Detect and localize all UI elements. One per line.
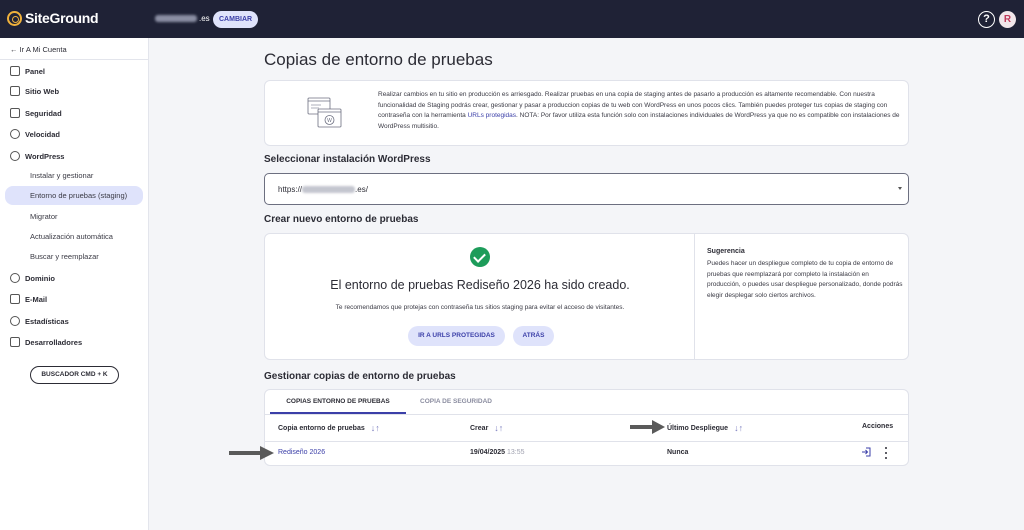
redacted-domain: [155, 15, 197, 23]
success-recommendation: Te recomendamos que protejas con contras…: [335, 304, 625, 311]
lock-icon: [10, 108, 20, 118]
create-staging-title: Crear nuevo entorno de pruebas: [264, 214, 419, 225]
tabs-divider: [265, 414, 908, 415]
browser-icon: [10, 86, 20, 96]
grid-icon: [10, 66, 20, 76]
created-date: 19/04/2025 13:55: [470, 449, 525, 456]
sidebar-item-label: Seguridad: [25, 108, 62, 118]
column-header-actions: Acciones: [862, 423, 893, 430]
change-site-button[interactable]: CAMBIAR: [213, 11, 259, 28]
code-icon: [10, 337, 20, 347]
current-domain: .es: [155, 14, 210, 23]
select-install-title: Seleccionar instalación WordPress: [264, 154, 431, 165]
page-title: Copias de entorno de pruebas: [264, 50, 493, 69]
success-check-icon: [470, 247, 490, 267]
manage-staging-card: COPIAS ENTORNO DE PRUEBAS COPIA DE SEGUR…: [264, 389, 909, 466]
select-value: https:// .es/: [278, 185, 368, 194]
select-suffix: .es/: [355, 185, 368, 194]
sidebar-item-label: Dominio: [25, 273, 55, 283]
column-header-label: Copia entorno de pruebas: [278, 424, 365, 432]
last-deploy-value: Nunca: [667, 449, 689, 456]
sort-icon[interactable]: ↓↑: [734, 423, 743, 433]
sidebar-item-wordpress[interactable]: WordPress: [10, 149, 64, 163]
column-header-label: Crear: [470, 424, 489, 432]
sidebar-item-email[interactable]: E-Mail: [10, 292, 47, 306]
create-staging-card: El entorno de pruebas Rediseño 2026 ha s…: [264, 233, 909, 360]
speed-icon: [10, 129, 20, 139]
sidebar-item-label: Estadísticas: [25, 316, 69, 326]
select-prefix: https://: [278, 185, 303, 194]
go-to-protected-urls-button[interactable]: IR A URLS PROTEGIDAS: [408, 326, 505, 346]
chevron-down-icon: [898, 187, 902, 190]
card-divider: [694, 234, 695, 359]
sidebar-item-label: Sitio Web: [25, 86, 60, 96]
more-options-icon[interactable]: [883, 447, 889, 459]
success-message: El entorno de pruebas Rediseño 2026 ha s…: [330, 278, 630, 292]
back-to-account-link[interactable]: ← Ir A Mi Cuenta: [10, 45, 67, 54]
globe-icon: [10, 273, 20, 283]
help-icon[interactable]: ?: [978, 11, 995, 28]
siteground-logo-icon: [7, 10, 22, 26]
sidebar-subitem-instalar[interactable]: Instalar y gestionar: [5, 166, 143, 185]
login-icon[interactable]: [861, 447, 871, 457]
sidebar-item-panel[interactable]: Panel: [10, 64, 45, 78]
sidebar-subitem-autoupdate[interactable]: Actualización automática: [5, 227, 143, 246]
wordpress-icon: [10, 151, 20, 161]
sidebar-item-label: Velocidad: [25, 129, 61, 139]
staging-illustration-icon: W: [307, 97, 342, 128]
column-header-created[interactable]: Crear ↓↑: [470, 423, 503, 433]
sidebar-item-label: WordPress: [25, 151, 65, 161]
top-bar: SiteGround .es CAMBIAR ? R: [0, 0, 1024, 38]
column-header-last-deploy[interactable]: Último Despliegue ↓↑: [667, 423, 743, 433]
sidebar-item-velocidad[interactable]: Velocidad: [10, 127, 60, 141]
created-date-value: 19/04/2025: [470, 449, 506, 456]
column-header-copy[interactable]: Copia entorno de pruebas ↓↑: [278, 423, 380, 433]
tab-backup[interactable]: COPIA DE SEGURIDAD: [406, 390, 506, 414]
sidebar-item-estadisticas[interactable]: Estadísticas: [10, 314, 69, 328]
column-header-label: Acciones: [862, 423, 894, 430]
annotation-arrow-icon: [229, 446, 274, 460]
sidebar-item-desarrolladores[interactable]: Desarrolladores: [10, 335, 82, 349]
redacted-domain: [302, 186, 356, 194]
protected-urls-link[interactable]: URLs protegidas: [468, 112, 516, 119]
sidebar-divider: [0, 59, 149, 60]
sidebar-subitem-staging[interactable]: Entorno de pruebas (staging): [5, 186, 143, 205]
sort-icon[interactable]: ↓↑: [371, 423, 380, 433]
sidebar: ← Ir A Mi Cuenta Panel Sitio Web Segurid…: [0, 38, 149, 530]
manage-staging-title: Gestionar copias de entorno de pruebas: [264, 371, 456, 382]
row-divider: [265, 441, 908, 442]
wordpress-install-select[interactable]: https:// .es/: [264, 173, 909, 205]
sidebar-item-dominio[interactable]: Dominio: [10, 271, 55, 285]
back-button[interactable]: ATRÁS: [513, 326, 554, 346]
svg-text:W: W: [327, 118, 332, 124]
created-time: 13:55: [507, 449, 525, 456]
staging-copy-name-link[interactable]: Rediseño 2026: [278, 449, 325, 456]
sidebar-item-label: E-Mail: [25, 294, 48, 304]
tip-text: Puedes hacer un despliegue completo de t…: [707, 260, 903, 299]
info-description: Realizar cambios en tu sitio en producci…: [378, 90, 903, 132]
annotation-arrow-icon: [630, 420, 665, 434]
search-command-button[interactable]: BUSCADOR CMD + K: [30, 366, 119, 384]
tip-title: Sugerencia: [707, 248, 745, 255]
siteground-logo[interactable]: SiteGround: [7, 10, 99, 26]
avatar[interactable]: R: [999, 11, 1016, 28]
sort-icon[interactable]: ↓↑: [494, 423, 503, 433]
logo-text: SiteGround: [25, 10, 99, 26]
column-header-label: Último Despliegue: [667, 424, 729, 432]
sidebar-item-sitio-web[interactable]: Sitio Web: [10, 84, 59, 98]
sidebar-item-seguridad[interactable]: Seguridad: [10, 106, 62, 120]
stats-icon: [10, 316, 20, 326]
sidebar-subitem-migrator[interactable]: Migrator: [5, 207, 143, 226]
tab-staging-copies[interactable]: COPIAS ENTORNO DE PRUEBAS: [270, 390, 406, 414]
mail-icon: [10, 294, 20, 304]
sidebar-item-label: Panel: [25, 66, 46, 76]
info-card: W Realizar cambios en tu sitio en produc…: [264, 80, 909, 146]
domain-suffix: .es: [199, 14, 210, 23]
sidebar-item-label: Desarrolladores: [25, 337, 83, 347]
sidebar-subitem-search-replace[interactable]: Buscar y reemplazar: [5, 247, 143, 266]
